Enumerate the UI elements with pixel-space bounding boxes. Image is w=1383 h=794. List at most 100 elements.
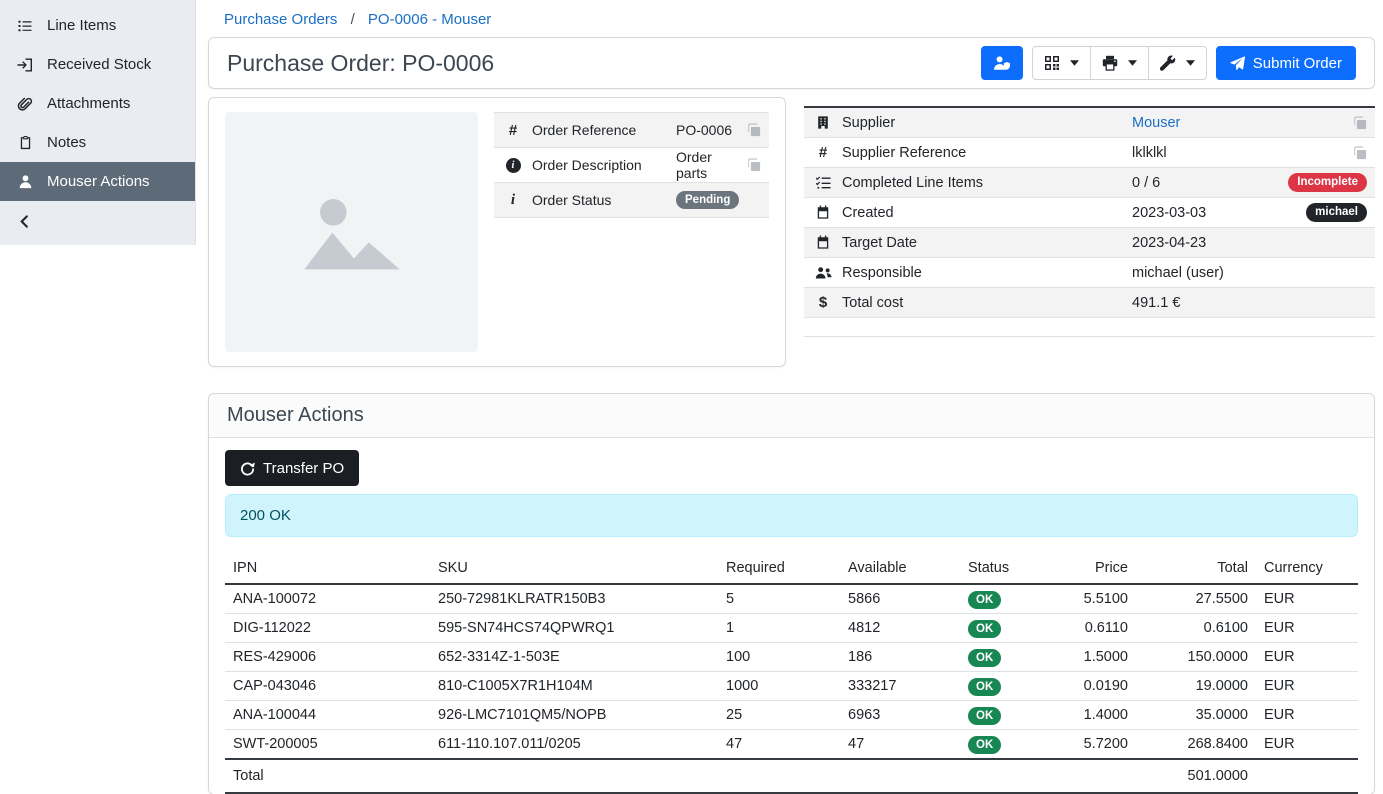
status-badge: michael	[1306, 203, 1367, 222]
detail-row: Created 2023-03-03 michael	[804, 198, 1375, 228]
detail-label: Completed Line Items	[842, 175, 1124, 191]
transfer-po-label: Transfer PO	[263, 460, 344, 477]
cell-ipn: RES-429006	[225, 643, 430, 672]
status-alert: 200 OK	[225, 494, 1358, 537]
ok-badge: OK	[968, 649, 1001, 667]
submit-order-button[interactable]: Submit Order	[1216, 46, 1356, 80]
cell-required: 1	[718, 614, 840, 643]
print-menu-button[interactable]	[1091, 46, 1149, 80]
breadcrumb-separator: /	[351, 11, 355, 28]
copy-icon[interactable]	[747, 123, 761, 137]
app-layout: Line Items Received Stock Attachments No…	[0, 0, 1383, 794]
cell-price: 1.5000	[1040, 643, 1136, 672]
sidebar-item-label: Mouser Actions	[47, 173, 150, 190]
cell-status: OK	[960, 730, 1040, 760]
panel-header: Mouser Actions	[209, 394, 1374, 438]
paper-plane-icon	[1230, 56, 1245, 71]
copy-icon[interactable]	[1353, 116, 1367, 130]
cell-total: 268.8400	[1136, 730, 1256, 760]
sidebar-item-label: Attachments	[47, 95, 130, 112]
copy-icon[interactable]	[747, 158, 761, 172]
hash-icon: #	[502, 122, 524, 139]
detail-label: Responsible	[842, 265, 1124, 281]
wrench-icon	[1160, 55, 1176, 71]
cell-total: 35.0000	[1136, 701, 1256, 730]
sidebar-item[interactable]: Received Stock	[0, 45, 195, 84]
detail-label: Order Reference	[532, 122, 668, 138]
cell-sku: 595-SN74HCS74QPWRQ1	[430, 614, 718, 643]
detail-value: 0 / 6	[1132, 175, 1280, 191]
detail-row: Target Date 2023-04-23	[804, 228, 1375, 258]
hash-icon: #	[812, 144, 834, 161]
cell-required: 25	[718, 701, 840, 730]
cell-status: OK	[960, 614, 1040, 643]
cell-currency: EUR	[1256, 730, 1358, 760]
cell-required: 100	[718, 643, 840, 672]
cell-sku: 926-LMC7101QM5/NOPB	[430, 701, 718, 730]
cell-required: 5	[718, 584, 840, 614]
sidebar: Line Items Received Stock Attachments No…	[0, 0, 196, 245]
detail-row: i Order Status Pending	[494, 183, 769, 218]
sidebar-item-label: Notes	[47, 134, 86, 151]
column-header: Available	[840, 557, 960, 584]
order-image-placeholder[interactable]	[225, 112, 478, 352]
table-row: SWT-200005 611-110.107.011/0205 47 47 OK…	[225, 730, 1358, 760]
panel-title: Mouser Actions	[227, 404, 1356, 427]
sidebar-collapse-button[interactable]	[0, 201, 195, 241]
options-menu-button[interactable]	[1149, 46, 1207, 80]
cell-sku: 652-3314Z-1-503E	[430, 643, 718, 672]
order-detail-table: # Order Reference PO-0006 i Order Descri…	[494, 112, 769, 218]
breadcrumb-link-po-0006[interactable]: PO-0006 - Mouser	[368, 11, 491, 28]
detail-row: $ Total cost 491.1 €	[804, 288, 1375, 318]
detail-row: Completed Line Items 0 / 6 Incomplete	[804, 168, 1375, 198]
detail-label: Total cost	[842, 295, 1124, 311]
column-header: IPN	[225, 557, 430, 584]
detail-value: 491.1 €	[1132, 295, 1367, 311]
image-icon	[293, 173, 411, 291]
mouser-actions-panel: Mouser Actions Transfer PO 200 OK	[208, 393, 1375, 794]
detail-value: 2023-04-23	[1132, 235, 1367, 251]
sidebar-item[interactable]: Line Items	[0, 6, 195, 45]
cell-currency: EUR	[1256, 584, 1358, 614]
dollar-icon: $	[812, 294, 834, 311]
sidebar-item[interactable]: Notes	[0, 123, 195, 162]
user-shield-icon	[993, 55, 1011, 71]
order-actions-button[interactable]	[981, 46, 1023, 80]
column-header: Price	[1040, 557, 1136, 584]
barcode-menu-button[interactable]	[1032, 46, 1091, 80]
table-row: DIG-112022 595-SN74HCS74QPWRQ1 1 4812 OK…	[225, 614, 1358, 643]
header-actions: Submit Order	[981, 46, 1356, 80]
detail-row: Supplier Mouser	[804, 108, 1375, 138]
transfer-po-button[interactable]: Transfer PO	[225, 450, 359, 486]
refresh-icon	[240, 461, 255, 476]
cell-required: 1000	[718, 672, 840, 701]
list-check-icon	[812, 175, 834, 190]
page-header-panel: Purchase Order: PO-0006	[208, 37, 1375, 89]
cell-status: OK	[960, 672, 1040, 701]
cell-available: 4812	[840, 614, 960, 643]
copy-icon[interactable]	[1353, 146, 1367, 160]
sidebar-item[interactable]: Mouser Actions	[0, 162, 195, 201]
submit-order-label: Submit Order	[1253, 55, 1342, 72]
calendar-icon	[812, 205, 834, 220]
ok-badge: OK	[968, 707, 1001, 725]
ok-badge: OK	[968, 736, 1001, 754]
sidebar-item[interactable]: Attachments	[0, 84, 195, 123]
detail-value[interactable]: Mouser	[1132, 115, 1345, 131]
line-items-table: IPN SKU Required Available Status Price	[225, 557, 1358, 794]
detail-value: 2023-03-03	[1132, 205, 1298, 221]
cell-available: 5866	[840, 584, 960, 614]
building-icon	[812, 115, 834, 130]
cell-total: 27.5500	[1136, 584, 1256, 614]
breadcrumb-link-purchase-orders[interactable]: Purchase Orders	[224, 11, 337, 28]
detail-label: Created	[842, 205, 1124, 221]
column-header: Total	[1136, 557, 1256, 584]
qrcode-icon	[1044, 55, 1060, 71]
panel-body: Transfer PO 200 OK IPN SKU	[209, 438, 1374, 794]
detail-value: michael (user)	[1132, 265, 1367, 281]
cell-ipn: ANA-100044	[225, 701, 430, 730]
cell-ipn: SWT-200005	[225, 730, 430, 760]
cell-available: 333217	[840, 672, 960, 701]
column-header: SKU	[430, 557, 718, 584]
detail-label: Target Date	[842, 235, 1124, 251]
